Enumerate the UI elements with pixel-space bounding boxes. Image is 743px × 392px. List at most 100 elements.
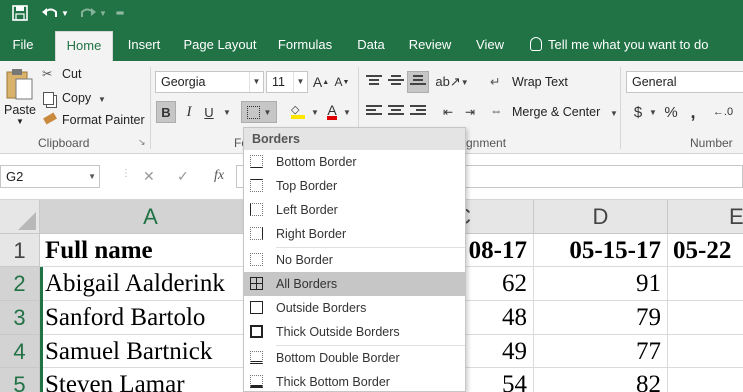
redo-icon[interactable]: ▼ xyxy=(78,2,108,24)
enter-icon[interactable]: ✓ xyxy=(177,168,189,185)
cell-a5[interactable]: Steven Lamar xyxy=(40,368,262,392)
currency-dropdown-icon[interactable]: ▼ xyxy=(648,101,658,123)
italic-button[interactable]: I xyxy=(180,101,198,123)
cell-d3[interactable]: 79 xyxy=(534,301,668,335)
chevron-down-icon[interactable]: ▼ xyxy=(249,72,263,92)
wrap-text-button[interactable]: ↵ Wrap Text xyxy=(490,71,570,93)
cell-d1[interactable]: 05-15-17 xyxy=(534,234,668,267)
cut-button[interactable]: ✂ Cut xyxy=(42,65,102,85)
paste-dropdown-icon[interactable]: ▼ xyxy=(16,117,24,126)
clipboard-launcher-icon[interactable]: ↘ xyxy=(138,137,146,148)
number-format-combo[interactable]: General xyxy=(626,71,743,93)
paste-button[interactable]: Paste ▼ xyxy=(2,65,36,129)
row-header-4[interactable]: 4 xyxy=(0,335,40,368)
chevron-down-icon[interactable]: ▼ xyxy=(88,166,96,187)
cell-a1[interactable]: Full name xyxy=(40,234,262,267)
undo-icon[interactable]: ▼ xyxy=(40,2,70,24)
increase-decimal-button[interactable]: ←.0 xyxy=(706,101,740,123)
menu-item-bottom-double-border[interactable]: Bottom Double Border xyxy=(244,346,465,370)
comma-button[interactable]: , xyxy=(686,101,700,123)
cell-e5[interactable] xyxy=(668,368,743,392)
row-header-2[interactable]: 2 xyxy=(0,267,40,301)
shrink-font-button[interactable]: A ▼ xyxy=(333,71,351,93)
underline-button[interactable]: U xyxy=(200,101,218,123)
cell-e3[interactable] xyxy=(668,301,743,335)
middle-align-button[interactable] xyxy=(386,71,406,93)
font-size-combo[interactable]: 11 ▼ xyxy=(266,71,308,93)
cell-d4[interactable]: 77 xyxy=(534,335,668,368)
font-color-dropdown-icon[interactable]: ▼ xyxy=(342,101,352,123)
column-header-e-label: E xyxy=(729,204,743,229)
menu-item-all-borders[interactable]: All Borders xyxy=(244,272,465,296)
row-header-3[interactable]: 3 xyxy=(0,301,40,335)
align-right-button[interactable] xyxy=(408,101,428,123)
menu-item-thick-bottom-border[interactable]: Thick Bottom Border xyxy=(244,370,465,392)
top-align-icon xyxy=(366,75,382,89)
row-header-5[interactable]: 5 xyxy=(0,368,40,392)
menu-item-top-border[interactable]: Top Border xyxy=(244,174,465,198)
menu-item-bottom-border[interactable]: Bottom Border xyxy=(244,150,465,174)
menu-item-right-border[interactable]: Right Border xyxy=(244,222,465,246)
group-separator xyxy=(150,67,151,149)
fill-color-button[interactable]: ◇ xyxy=(286,101,310,123)
bottom-align-button[interactable] xyxy=(407,71,429,93)
tab-data[interactable]: Data xyxy=(350,31,392,61)
save-icon[interactable] xyxy=(8,2,32,24)
font-color-button[interactable]: A xyxy=(321,101,343,123)
currency-button[interactable]: $ xyxy=(630,101,646,123)
increase-indent-button[interactable]: ⇥ xyxy=(460,101,480,123)
tab-file[interactable]: File xyxy=(4,31,42,61)
copy-dropdown-icon[interactable]: ▼ xyxy=(98,95,106,104)
row-header-1[interactable]: 1 xyxy=(0,234,40,267)
menu-item-label: Top Border xyxy=(276,179,338,193)
column-header-e[interactable]: E xyxy=(668,200,743,234)
copy-button[interactable]: Copy ▼ xyxy=(42,89,114,109)
tab-formulas[interactable]: Formulas xyxy=(273,31,337,61)
tab-review[interactable]: Review xyxy=(402,31,458,61)
tab-view[interactable]: View xyxy=(468,31,512,61)
tab-insert[interactable]: Insert xyxy=(120,31,168,61)
fill-color-dropdown-icon[interactable]: ▼ xyxy=(309,101,321,123)
tab-home[interactable]: Home xyxy=(55,31,113,61)
chevron-down-icon[interactable]: ▼ xyxy=(293,72,307,92)
column-header-a[interactable]: A xyxy=(40,200,262,234)
cell-e2[interactable] xyxy=(668,267,743,301)
tell-me-search[interactable]: Tell me what you want to do xyxy=(530,31,708,61)
menu-item-left-border[interactable]: Left Border xyxy=(244,198,465,222)
bold-button[interactable]: B xyxy=(156,101,176,123)
orientation-button[interactable]: ab↗ ▼ xyxy=(435,71,468,93)
align-center-button[interactable] xyxy=(386,101,406,123)
orientation-icon: ab↗ xyxy=(435,74,461,89)
decrease-indent-button[interactable]: ⇤ xyxy=(438,101,458,123)
customize-icon[interactable]: ═ xyxy=(113,2,127,24)
cell-d5[interactable]: 82 xyxy=(534,368,668,392)
menu-item-no-border[interactable]: No Border xyxy=(244,248,465,272)
format-painter-button[interactable]: Format Painter xyxy=(42,111,145,131)
underline-dropdown-icon[interactable]: ▼ xyxy=(220,101,234,123)
cell-a3[interactable]: Sanford Bartolo xyxy=(40,301,262,335)
percent-button[interactable]: % xyxy=(662,101,680,123)
top-align-button[interactable] xyxy=(364,71,384,93)
borders-dropdown-menu: Borders Bottom Border Top Border Left Bo… xyxy=(243,127,466,392)
menu-item-thick-outside-borders[interactable]: Thick Outside Borders xyxy=(244,320,465,344)
cancel-icon[interactable]: ✕ xyxy=(143,168,155,185)
cell-a4[interactable]: Samuel Bartnick xyxy=(40,335,262,368)
chevron-down-icon[interactable]: ▼ xyxy=(610,109,618,118)
borders-button[interactable]: ▼ xyxy=(241,101,277,123)
cell-d2[interactable]: 91 xyxy=(534,267,668,301)
menu-item-outside-borders[interactable]: Outside Borders xyxy=(244,296,465,320)
font-name-combo[interactable]: Georgia ▼ xyxy=(155,71,264,93)
borders-menu-title: Borders xyxy=(244,128,465,150)
cell-e4[interactable] xyxy=(668,335,743,368)
merge-center-button[interactable]: ⇔ Merge & Center ▼ xyxy=(490,101,620,123)
grow-font-button[interactable]: A ▲ xyxy=(312,71,330,93)
name-box[interactable]: G2 ▼ xyxy=(0,165,100,188)
all-borders-icon xyxy=(250,277,263,290)
tab-page-layout[interactable]: Page Layout xyxy=(180,31,260,61)
column-header-d[interactable]: D xyxy=(534,200,668,234)
select-all-button[interactable] xyxy=(0,200,40,234)
cell-a2[interactable]: Abigail Aalderink xyxy=(40,267,262,301)
cell-e1[interactable]: 05-22 xyxy=(668,234,743,267)
insert-function-icon[interactable]: fx xyxy=(214,168,224,184)
align-left-button[interactable] xyxy=(364,101,384,123)
